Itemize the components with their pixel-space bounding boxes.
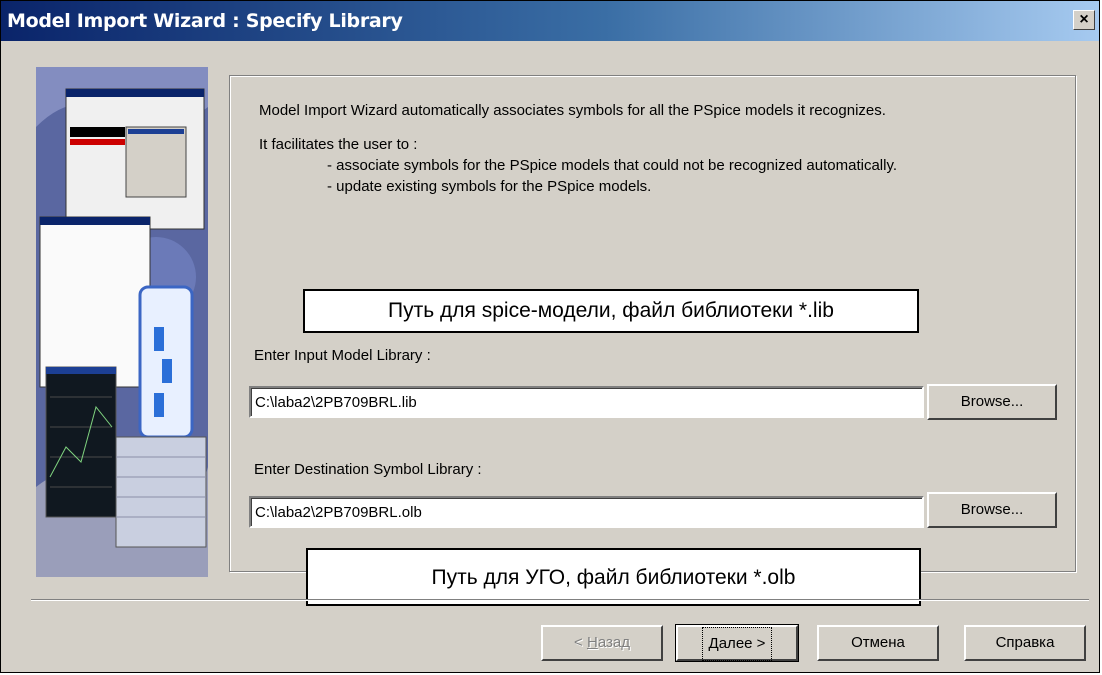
footer-separator xyxy=(31,599,1089,601)
help-button[interactable]: Справка xyxy=(964,625,1086,661)
back-accesskey: Н xyxy=(586,634,598,651)
next-button[interactable]: Далее > xyxy=(675,624,799,662)
title-bar[interactable]: Model Import Wizard : Specify Library × xyxy=(1,1,1099,41)
close-button[interactable]: × xyxy=(1073,10,1095,30)
wizard-side-image xyxy=(36,67,208,577)
input-library-label: Enter Input Model Library : xyxy=(254,347,431,364)
input-library-field[interactable]: C:\laba2\2PB709BRL.lib xyxy=(249,386,924,418)
annotation-ugo-path: Путь для УГО, файл библиотеки *.olb xyxy=(306,548,921,606)
annotation-spice-path: Путь для spice-модели, файл библиотеки *… xyxy=(303,289,919,333)
close-icon: × xyxy=(1079,11,1089,28)
bullet-associate: - associate symbols for the PSpice model… xyxy=(327,157,898,174)
intro-text: Model Import Wizard automatically associ… xyxy=(259,102,886,119)
back-button[interactable]: < Назад xyxy=(541,625,663,661)
browse-input-button[interactable]: Browse... xyxy=(927,384,1057,420)
collage-graphic xyxy=(36,67,208,577)
next-accesskey: Д xyxy=(708,635,719,652)
bullet-update: - update existing symbols for the PSpice… xyxy=(327,178,652,195)
cancel-button[interactable]: Отмена xyxy=(817,625,939,661)
wizard-window: Model Import Wizard : Specify Library × xyxy=(0,0,1100,673)
browse-destination-button[interactable]: Browse... xyxy=(927,492,1057,528)
window-title: Model Import Wizard : Specify Library xyxy=(7,10,403,32)
facilitates-text: It facilitates the user to : xyxy=(259,136,418,153)
focus-rect: Далее > xyxy=(701,627,773,661)
destination-library-label: Enter Destination Symbol Library : xyxy=(254,461,482,478)
next-label: алее > xyxy=(718,635,766,652)
back-label: азад xyxy=(597,634,630,651)
destination-library-field[interactable]: C:\laba2\2PB709BRL.olb xyxy=(249,496,924,528)
back-prefix: < xyxy=(574,634,587,651)
